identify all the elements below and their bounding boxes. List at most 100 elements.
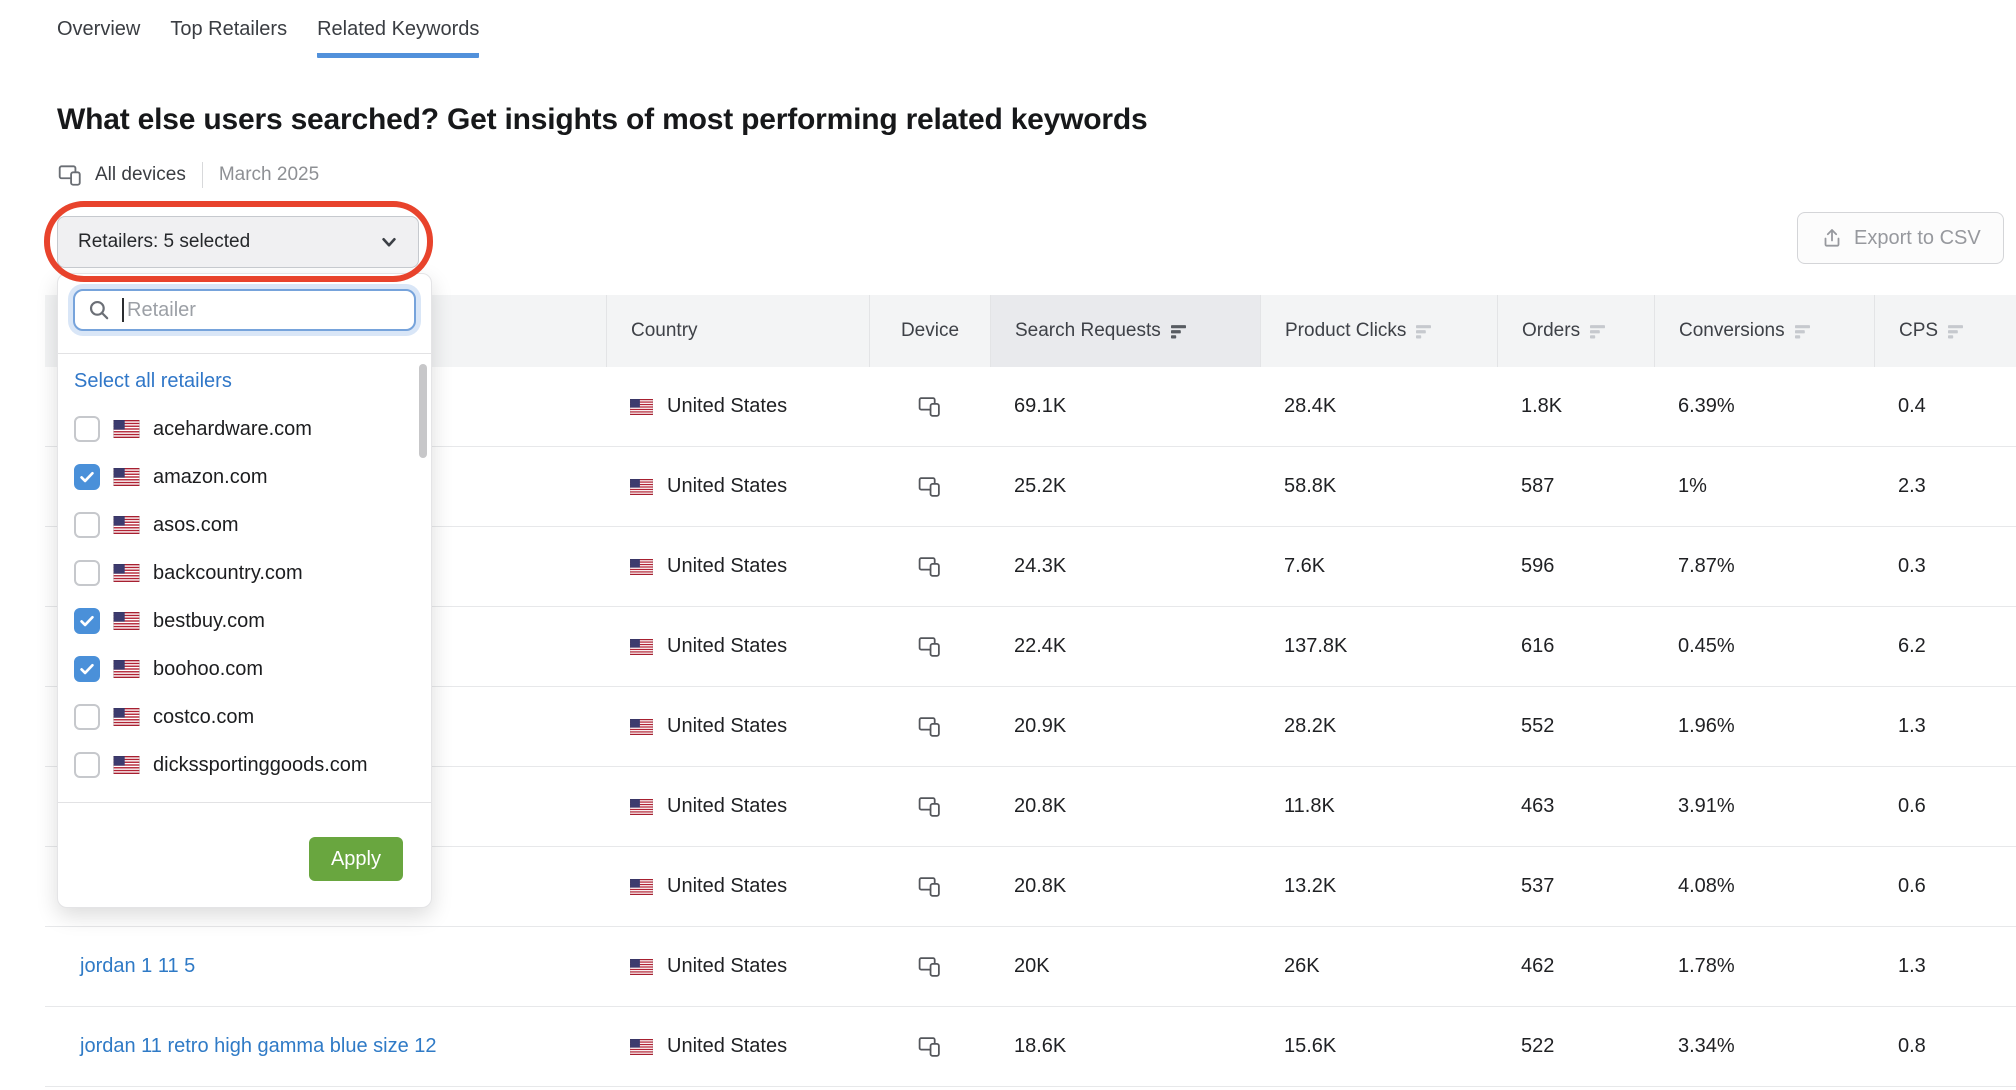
- sort-icon: [1948, 325, 1963, 339]
- conversions-cell: 3.34%: [1654, 1007, 1874, 1086]
- us-flag-icon: [630, 1039, 653, 1055]
- export-to-csv-button[interactable]: Export to CSV: [1797, 212, 2004, 264]
- product-clicks-cell: 7.6K: [1260, 527, 1497, 606]
- retailer-name: acehardware.com: [153, 418, 312, 441]
- dropdown-scrollbar[interactable]: [419, 364, 427, 458]
- conversions-cell: 0.45%: [1654, 607, 1874, 686]
- retailer-option[interactable]: amazon.com: [58, 453, 431, 501]
- desktop-mobile-icon: [917, 1034, 942, 1059]
- keyword-link[interactable]: jordan 11 retro high gamma blue size 12: [80, 1035, 437, 1058]
- retailer-checkbox[interactable]: [74, 656, 100, 682]
- country-cell: United States: [606, 367, 869, 446]
- tab-overview[interactable]: Overview: [57, 18, 140, 58]
- conversions-cell: 7.87%: [1654, 527, 1874, 606]
- sort-icon: [1171, 325, 1186, 339]
- retailer-checkbox[interactable]: [74, 704, 100, 730]
- orders-cell: 462: [1497, 927, 1654, 1006]
- device-cell: [869, 607, 990, 686]
- retailer-search-input[interactable]: [73, 289, 416, 331]
- retailer-option[interactable]: bestbuy.com: [58, 597, 431, 645]
- orders-cell: 596: [1497, 527, 1654, 606]
- header-device: Device: [869, 295, 990, 367]
- search-requests-cell: 20.8K: [990, 767, 1260, 846]
- retailer-name: backcountry.com: [153, 562, 303, 585]
- device-cell: [869, 367, 990, 446]
- device-cell: [869, 847, 990, 926]
- us-flag-icon: [113, 756, 140, 774]
- retailer-checkbox[interactable]: [74, 464, 100, 490]
- retailer-option[interactable]: boohoo.com: [58, 645, 431, 693]
- conversions-cell: 3.91%: [1654, 767, 1874, 846]
- tab-bar: Overview Top Retailers Related Keywords: [57, 18, 479, 58]
- retailer-name: amazon.com: [153, 466, 268, 489]
- retailer-checkbox[interactable]: [74, 560, 100, 586]
- retailer-checkbox[interactable]: [74, 512, 100, 538]
- us-flag-icon: [113, 516, 140, 534]
- retailer-option[interactable]: acehardware.com: [58, 405, 431, 453]
- retailers-dropdown-button[interactable]: Retailers: 5 selected: [57, 216, 419, 268]
- us-flag-icon: [630, 879, 653, 895]
- device-scope-label: All devices: [95, 164, 186, 186]
- retailers-dropdown-panel: Select all retailers acehardware.com: [57, 273, 432, 908]
- search-requests-cell: 20K: [990, 927, 1260, 1006]
- keyword-link[interactable]: jordan 1 11 5: [80, 955, 195, 978]
- retailer-checkbox[interactable]: [74, 416, 100, 442]
- cps-cell: 0.8: [1874, 1007, 2016, 1086]
- product-clicks-cell: 58.8K: [1260, 447, 1497, 526]
- desktop-mobile-icon: [917, 794, 942, 819]
- country-cell: United States: [606, 847, 869, 926]
- sort-icon: [1795, 325, 1810, 339]
- retailer-checkbox[interactable]: [74, 752, 100, 778]
- cps-cell: 0.3: [1874, 527, 2016, 606]
- country-cell: United States: [606, 447, 869, 526]
- search-requests-cell: 20.9K: [990, 687, 1260, 766]
- orders-cell: 537: [1497, 847, 1654, 926]
- search-icon: [87, 298, 111, 327]
- retailer-option[interactable]: backcountry.com: [58, 549, 431, 597]
- export-button-label: Export to CSV: [1854, 227, 1981, 250]
- country-cell: United States: [606, 687, 869, 766]
- retailer-option[interactable]: costco.com: [58, 693, 431, 741]
- sort-icon: [1416, 325, 1431, 339]
- retailer-name: costco.com: [153, 706, 254, 729]
- keyword-cell: jordan 1 11 5: [45, 927, 606, 1006]
- device-cell: [869, 767, 990, 846]
- product-clicks-cell: 26K: [1260, 927, 1497, 1006]
- orders-cell: 616: [1497, 607, 1654, 686]
- apply-button[interactable]: Apply: [309, 837, 403, 881]
- header-cps[interactable]: CPS: [1874, 295, 2016, 367]
- select-all-retailers-link[interactable]: Select all retailers: [74, 370, 415, 396]
- search-requests-cell: 25.2K: [990, 447, 1260, 526]
- header-conversions[interactable]: Conversions: [1654, 295, 1874, 367]
- product-clicks-cell: 13.2K: [1260, 847, 1497, 926]
- cps-cell: 1.3: [1874, 927, 2016, 1006]
- product-clicks-cell: 11.8K: [1260, 767, 1497, 846]
- export-upload-icon: [1820, 226, 1844, 250]
- desktop-mobile-icon: [917, 394, 942, 419]
- orders-cell: 587: [1497, 447, 1654, 526]
- product-clicks-cell: 28.4K: [1260, 367, 1497, 446]
- country-cell: United States: [606, 1007, 869, 1086]
- orders-cell: 463: [1497, 767, 1654, 846]
- desktop-mobile-icon: [917, 874, 942, 899]
- header-orders[interactable]: Orders: [1497, 295, 1654, 367]
- header-product-clicks[interactable]: Product Clicks: [1260, 295, 1497, 367]
- divider: [202, 162, 203, 188]
- retailer-option[interactable]: asos.com: [58, 501, 431, 549]
- us-flag-icon: [630, 479, 653, 495]
- orders-cell: 552: [1497, 687, 1654, 766]
- filter-summary: All devices March 2025: [57, 160, 319, 190]
- tab-related-keywords[interactable]: Related Keywords: [317, 18, 479, 58]
- tab-top-retailers[interactable]: Top Retailers: [170, 18, 287, 58]
- header-search-requests[interactable]: Search Requests: [990, 295, 1260, 367]
- orders-cell: 522: [1497, 1007, 1654, 1086]
- retailer-checkbox[interactable]: [74, 608, 100, 634]
- retailer-option[interactable]: dickssportinggoods.com: [58, 741, 431, 789]
- cps-cell: 2.3: [1874, 447, 2016, 526]
- conversions-cell: 1%: [1654, 447, 1874, 526]
- related-keywords-page: Overview Top Retailers Related Keywords …: [0, 0, 2016, 1090]
- divider: [58, 353, 431, 354]
- us-flag-icon: [113, 468, 140, 486]
- us-flag-icon: [113, 612, 140, 630]
- cps-cell: 0.6: [1874, 767, 2016, 846]
